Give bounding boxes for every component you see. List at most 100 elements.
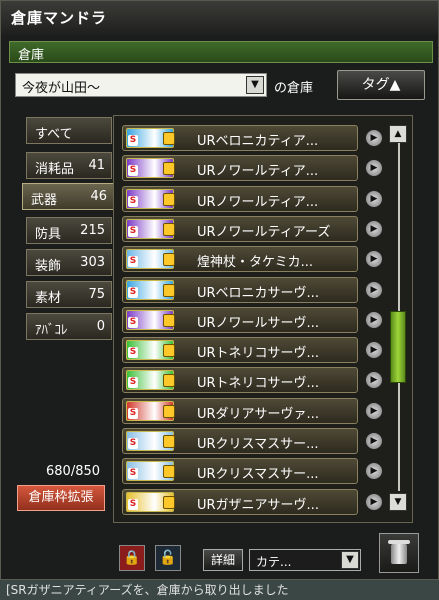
item-detail-arrow-icon[interactable]: ▶ bbox=[365, 371, 383, 389]
s-rank-icon: S bbox=[128, 317, 138, 328]
chevron-down-icon[interactable]: ▼ bbox=[341, 551, 359, 569]
title-bar[interactable]: 倉庫マンドラ bbox=[1, 1, 438, 35]
item-name: URトネリコサーヴ... bbox=[197, 346, 319, 361]
tab-label: 武器 bbox=[31, 193, 58, 208]
tab-all[interactable]: すべて bbox=[26, 117, 112, 144]
tab-accessories[interactable]: 装飾 303 bbox=[26, 249, 112, 276]
item-detail-arrow-icon[interactable]: ▶ bbox=[365, 250, 383, 268]
sort-select-value: カテ... bbox=[256, 555, 292, 569]
tab-armor[interactable]: 防具 215 bbox=[26, 217, 112, 244]
item-detail-arrow-icon[interactable]: ▶ bbox=[365, 220, 383, 238]
item-icon: S bbox=[126, 249, 175, 269]
item-row[interactable]: S URトネリコサーヴ... bbox=[122, 337, 358, 363]
item-row[interactable]: S URノワールティアーズ bbox=[122, 216, 358, 242]
item-detail-arrow-icon[interactable]: ▶ bbox=[365, 493, 383, 511]
scroll-up-button[interactable]: ▲ bbox=[389, 125, 407, 143]
detail-button[interactable]: 詳細 bbox=[203, 549, 243, 571]
expand-storage-button[interactable]: 倉庫枠拡張 bbox=[17, 485, 105, 511]
lock-icon bbox=[163, 374, 175, 387]
status-message: [SRガザニアティアーズを、倉庫から取り出しました bbox=[0, 580, 439, 600]
tab-weapons[interactable]: 武器 46 bbox=[22, 183, 114, 210]
item-row[interactable]: S 煌神杖・タケミカ... bbox=[122, 246, 358, 272]
item-row[interactable]: S URノワールティア... bbox=[122, 186, 358, 212]
warehouse-suffix: の倉庫 bbox=[274, 81, 314, 96]
s-rank-icon: S bbox=[128, 377, 138, 388]
trash-button[interactable] bbox=[379, 533, 419, 573]
item-name: URノワールティア... bbox=[197, 195, 319, 210]
scrollbar-thumb[interactable] bbox=[390, 311, 406, 383]
warehouse-select-value: 今夜が山田～ bbox=[22, 81, 101, 96]
item-detail-arrow-icon[interactable]: ▶ bbox=[365, 311, 383, 329]
item-detail-arrow-icon[interactable]: ▶ bbox=[365, 190, 383, 208]
item-icon: S bbox=[126, 431, 175, 451]
item-row[interactable]: S URベロニカサーヴ... bbox=[122, 277, 358, 303]
tab-label: 装飾 bbox=[35, 259, 62, 274]
item-row[interactable]: S URガザニアサーヴ... bbox=[122, 489, 358, 515]
tab-count: 46 bbox=[90, 189, 107, 204]
item-name: URガザニアサーヴ... bbox=[197, 498, 319, 513]
scroll-down-button[interactable]: ▼ bbox=[389, 493, 407, 511]
tab-count: 0 bbox=[96, 319, 105, 334]
item-row[interactable]: S URノワールサーヴ... bbox=[122, 307, 358, 333]
tab-avatar-collection[interactable]: ｱﾊﾞｺﾚ 0 bbox=[26, 313, 112, 340]
item-icon: S bbox=[126, 310, 175, 330]
lock-icon bbox=[163, 435, 175, 448]
unlock-icon[interactable]: 🔓 bbox=[155, 545, 181, 571]
lock-icon bbox=[163, 162, 175, 175]
item-detail-arrow-icon[interactable]: ▶ bbox=[365, 462, 383, 480]
capacity-counter: 680/850 bbox=[46, 464, 101, 479]
item-icon: S bbox=[126, 280, 175, 300]
item-name: URクリスマスサー... bbox=[197, 467, 319, 482]
item-detail-arrow-icon[interactable]: ▶ bbox=[365, 432, 383, 450]
tab-label: 防具 bbox=[35, 227, 62, 242]
warehouse-window: 倉庫マンドラ 倉庫 今夜が山田～ ▼ の倉庫 タグ▲ すべて 消耗品 41 武器… bbox=[0, 0, 439, 580]
s-rank-icon: S bbox=[128, 287, 138, 298]
lock-icon bbox=[163, 405, 175, 418]
item-icon: S bbox=[126, 189, 175, 209]
item-row[interactable]: S URクリスマスサー... bbox=[122, 428, 358, 454]
item-name: URノワールティアーズ bbox=[197, 225, 331, 240]
lock-icon bbox=[163, 132, 175, 145]
s-rank-icon: S bbox=[128, 468, 138, 479]
item-detail-arrow-icon[interactable]: ▶ bbox=[365, 129, 383, 147]
tab-materials[interactable]: 素材 75 bbox=[26, 281, 112, 308]
s-rank-icon: S bbox=[128, 408, 138, 419]
trash-can-body bbox=[391, 544, 407, 564]
item-name: URベロニカティア... bbox=[197, 134, 319, 149]
item-icon: S bbox=[126, 340, 175, 360]
tab-count: 303 bbox=[80, 255, 105, 270]
sort-select[interactable]: カテ... ▼ bbox=[249, 549, 361, 571]
tab-count: 41 bbox=[88, 158, 105, 173]
tab-count: 75 bbox=[88, 287, 105, 302]
lock-icon bbox=[163, 253, 175, 266]
item-detail-arrow-icon[interactable]: ▶ bbox=[365, 402, 383, 420]
item-name: URベロニカサーヴ... bbox=[197, 286, 319, 301]
tab-label: すべて bbox=[35, 127, 73, 142]
item-icon: S bbox=[126, 492, 175, 512]
warehouse-select[interactable]: 今夜が山田～ ▼ bbox=[15, 73, 267, 97]
chevron-down-icon[interactable]: ▼ bbox=[246, 76, 264, 94]
lock-icon[interactable]: 🔒 bbox=[119, 545, 145, 571]
tab-consumables[interactable]: 消耗品 41 bbox=[26, 152, 112, 179]
item-name: URトネリコサーヴ... bbox=[197, 376, 319, 391]
item-detail-arrow-icon[interactable]: ▶ bbox=[365, 159, 383, 177]
item-icon: S bbox=[126, 370, 175, 390]
item-name: URノワールティア... bbox=[197, 164, 319, 179]
item-row[interactable]: S URトネリコサーヴ... bbox=[122, 367, 358, 393]
window-title: 倉庫マンドラ bbox=[11, 9, 108, 27]
tab-label: ｱﾊﾞｺﾚ bbox=[35, 323, 68, 338]
item-icon: S bbox=[126, 401, 175, 421]
item-row[interactable]: S URダリアサーヴァ... bbox=[122, 398, 358, 424]
item-row[interactable]: S URノワールティア... bbox=[122, 155, 358, 181]
item-row[interactable]: S URベロニカティア... bbox=[122, 125, 358, 151]
item-icon: S bbox=[126, 219, 175, 239]
tab-count: 215 bbox=[80, 223, 105, 238]
item-detail-arrow-icon[interactable]: ▶ bbox=[365, 281, 383, 299]
tag-button[interactable]: タグ▲ bbox=[337, 70, 425, 100]
lock-icon bbox=[163, 344, 175, 357]
section-label: 倉庫 bbox=[18, 48, 45, 63]
item-detail-arrow-icon[interactable]: ▶ bbox=[365, 341, 383, 359]
item-icon: S bbox=[126, 158, 175, 178]
item-icon: S bbox=[126, 461, 175, 481]
item-row[interactable]: S URクリスマスサー... bbox=[122, 458, 358, 484]
